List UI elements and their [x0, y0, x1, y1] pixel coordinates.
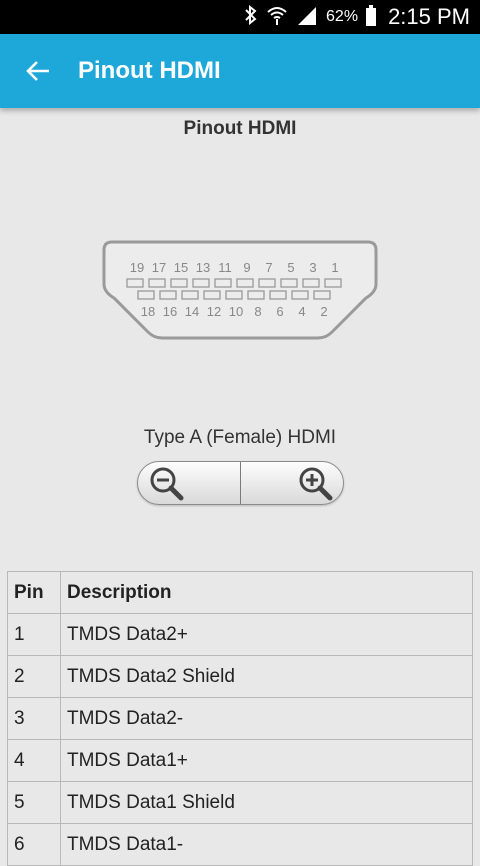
- column-header-pin: Pin: [7, 571, 61, 614]
- pin-label: 18: [141, 304, 155, 319]
- pin-number-cell: 1: [7, 613, 61, 656]
- zoom-out-button[interactable]: [138, 462, 241, 504]
- zoom-control: [137, 461, 344, 505]
- battery-icon: [366, 5, 377, 26]
- pin-number-cell: 4: [7, 739, 61, 782]
- page-title: Pinout HDMI: [183, 118, 297, 139]
- pin-number-cell: 3: [7, 697, 61, 740]
- pin-number-cell: 6: [7, 823, 61, 866]
- clock: 2:15 PM: [388, 4, 470, 29]
- zoom-in-button[interactable]: [241, 462, 343, 504]
- pin-label: 9: [243, 260, 250, 275]
- pin-label: 2: [320, 304, 327, 319]
- pin-description-cell: TMDS Data2+: [60, 613, 473, 656]
- zoom-out-icon: [150, 467, 184, 501]
- bluetooth-icon: [244, 4, 258, 30]
- pin-description-cell: TMDS Data2-: [60, 697, 473, 740]
- pin-label: 8: [254, 304, 261, 319]
- table-row: 5 TMDS Data1 Shield: [7, 781, 473, 824]
- app-bar: Pinout HDMI: [0, 34, 480, 108]
- pin-label: 11: [218, 260, 232, 275]
- pin-label: 13: [196, 260, 210, 275]
- wifi-icon: [266, 5, 288, 30]
- app-bar-title: Pinout HDMI: [78, 57, 221, 84]
- pin-description-cell: TMDS Data2 Shield: [60, 655, 473, 698]
- table-row: 3 TMDS Data2-: [7, 697, 473, 740]
- pin-description-cell: TMDS Data1 Shield: [60, 781, 473, 824]
- pin-label: 6: [276, 304, 283, 319]
- pin-number-cell: 5: [7, 781, 61, 824]
- pinout-table: Pin Description 1 TMDS Data2+ 2 TMDS Data2 …: [7, 571, 473, 866]
- pin-label: 15: [174, 260, 188, 275]
- pin-label: 14: [185, 304, 199, 319]
- status-bar: 62% 2:15 PM: [0, 0, 480, 34]
- pin-label: 3: [309, 260, 316, 275]
- column-header-description: Description: [60, 571, 473, 614]
- pin-description-cell: TMDS Data1-: [60, 823, 473, 866]
- pin-label: 4: [298, 304, 305, 319]
- table-row: 1 TMDS Data2+: [7, 613, 473, 656]
- hdmi-connector-diagram: 19 17 15 13 11 9 7 5 3 1 18 16 14 12 10 8 6 4 2: [102, 240, 378, 340]
- table-row: 2 TMDS Data2 Shield: [7, 655, 473, 698]
- pin-number-cell: 2: [7, 655, 61, 698]
- table-row: 4 TMDS Data1+: [7, 739, 473, 782]
- back-button[interactable]: [20, 53, 56, 89]
- pin-label: 17: [152, 260, 166, 275]
- arrow-back-icon: [26, 61, 49, 81]
- pin-label: 19: [130, 260, 144, 275]
- table-header-row: Pin Description: [7, 571, 473, 614]
- zoom-in-icon: [299, 467, 333, 501]
- pin-description-cell: TMDS Data1+: [60, 739, 473, 782]
- battery-percent: 62%: [326, 8, 359, 25]
- pin-label: 7: [265, 260, 272, 275]
- pin-label: 16: [163, 304, 177, 319]
- pin-label: 12: [207, 304, 221, 319]
- signal-icon: [296, 5, 318, 30]
- pin-label: 10: [229, 304, 243, 319]
- pin-label: 1: [331, 260, 338, 275]
- connector-caption: Type A (Female) HDMI: [143, 427, 337, 448]
- pin-label: 5: [287, 260, 294, 275]
- table-row: 6 TMDS Data1-: [7, 823, 473, 866]
